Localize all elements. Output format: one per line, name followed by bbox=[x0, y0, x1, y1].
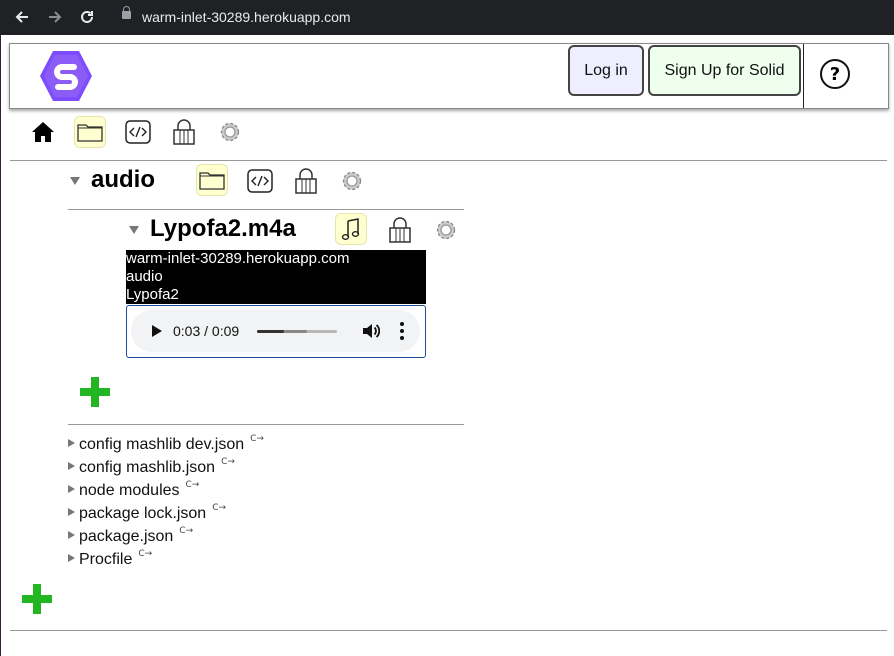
reload-icon[interactable] bbox=[77, 7, 97, 27]
list-item[interactable]: Procfile C→ bbox=[68, 549, 264, 574]
solid-logo[interactable] bbox=[38, 48, 94, 104]
header-divider bbox=[803, 44, 804, 108]
gear-icon[interactable] bbox=[215, 117, 245, 147]
expand-icon[interactable] bbox=[68, 553, 75, 562]
external-link-icon[interactable]: C→ bbox=[221, 457, 235, 467]
volume-icon[interactable] bbox=[362, 323, 380, 339]
lock-icon bbox=[122, 6, 131, 19]
add-icon[interactable] bbox=[22, 584, 52, 614]
window-edge bbox=[0, 35, 1, 656]
lock-icon[interactable] bbox=[169, 117, 199, 147]
source-code-icon[interactable] bbox=[123, 117, 153, 147]
progress-bar[interactable] bbox=[257, 330, 337, 333]
login-button[interactable]: Log in bbox=[568, 45, 644, 96]
music-note-icon[interactable] bbox=[335, 213, 367, 245]
item-name: package lock.json bbox=[79, 505, 207, 522]
played-bar bbox=[257, 330, 284, 333]
forward-icon[interactable] bbox=[45, 7, 65, 27]
time-display: 0:03 / 0:09 bbox=[173, 323, 240, 339]
lock-icon[interactable] bbox=[291, 166, 321, 196]
help-icon[interactable]: ? bbox=[820, 59, 850, 89]
gear-icon[interactable] bbox=[337, 166, 367, 196]
external-link-icon[interactable]: C→ bbox=[186, 480, 200, 490]
media-title: Lypofa2 bbox=[126, 286, 179, 303]
media-label: warm-inlet-30289.herokuapp.com audio Lyp… bbox=[126, 250, 426, 304]
external-link-icon[interactable]: C→ bbox=[138, 549, 152, 559]
media-folder: audio bbox=[126, 268, 163, 285]
item-name: config mashlib dev.json bbox=[79, 436, 245, 453]
list-item[interactable]: config mashlib.json C→ bbox=[68, 457, 264, 482]
external-link-icon[interactable]: C→ bbox=[250, 434, 264, 444]
divider bbox=[68, 424, 464, 425]
folder-title: audio bbox=[91, 166, 155, 193]
address-bar[interactable]: warm-inlet-30289.herokuapp.com bbox=[108, 3, 888, 32]
more-options-icon[interactable] bbox=[400, 322, 404, 340]
app-header: Log in Sign Up for Solid ? bbox=[9, 43, 889, 109]
divider bbox=[10, 160, 887, 161]
signup-button[interactable]: Sign Up for Solid bbox=[648, 45, 801, 96]
expand-icon[interactable] bbox=[68, 461, 75, 470]
url-text: warm-inlet-30289.herokuapp.com bbox=[142, 9, 351, 25]
item-name: config mashlib.json bbox=[79, 459, 216, 476]
audio-controls: 0:03 / 0:09 bbox=[131, 310, 420, 352]
add-icon[interactable] bbox=[80, 377, 110, 407]
file-title: Lypofa2.m4a bbox=[150, 215, 296, 242]
expand-icon[interactable] bbox=[68, 484, 75, 493]
item-name: package.json bbox=[79, 528, 174, 545]
browser-toolbar: warm-inlet-30289.herokuapp.com bbox=[0, 0, 894, 35]
gear-icon[interactable] bbox=[431, 215, 461, 245]
play-icon[interactable] bbox=[152, 325, 162, 337]
expand-icon[interactable] bbox=[68, 530, 75, 539]
file-list: config mashlib dev.json C→ config mashlib… bbox=[68, 434, 264, 574]
item-name: Procfile bbox=[79, 551, 133, 568]
item-name: node modules bbox=[79, 482, 180, 499]
folder-icon[interactable] bbox=[74, 116, 106, 148]
list-item[interactable]: package.json C→ bbox=[68, 526, 264, 551]
audio-player[interactable]: 0:03 / 0:09 bbox=[126, 305, 426, 358]
media-host: warm-inlet-30289.herokuapp.com bbox=[126, 250, 350, 267]
external-link-icon[interactable]: C→ bbox=[212, 503, 226, 513]
home-icon[interactable] bbox=[28, 117, 58, 147]
list-item[interactable]: config mashlib dev.json C→ bbox=[68, 434, 264, 459]
divider bbox=[10, 630, 887, 631]
expand-icon[interactable] bbox=[68, 507, 75, 516]
lock-icon[interactable] bbox=[385, 215, 415, 245]
folder-icon[interactable] bbox=[196, 164, 228, 196]
list-item[interactable]: package lock.json C→ bbox=[68, 503, 264, 528]
collapse-toggle[interactable] bbox=[129, 226, 139, 234]
back-icon[interactable] bbox=[12, 7, 32, 27]
collapse-toggle[interactable] bbox=[70, 177, 80, 185]
source-code-icon[interactable] bbox=[245, 166, 275, 196]
expand-icon[interactable] bbox=[68, 438, 75, 447]
external-link-icon[interactable]: C→ bbox=[179, 526, 193, 536]
list-item[interactable]: node modules C→ bbox=[68, 480, 264, 505]
divider bbox=[68, 209, 464, 210]
